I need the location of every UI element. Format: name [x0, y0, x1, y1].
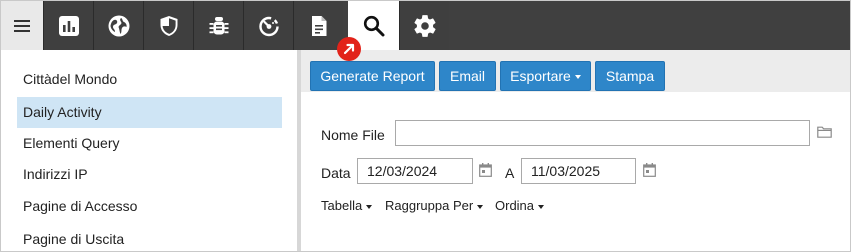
external-link-arrow-icon[interactable] [337, 37, 361, 61]
folder-icon[interactable] [817, 125, 832, 141]
date-label: Data [321, 165, 351, 181]
bug-icon [209, 16, 228, 34]
action-bar: Generate Report Email Esportare Stampa [301, 50, 850, 92]
sidebar-item-daily-activity[interactable]: Daily Activity [17, 97, 282, 128]
caret-down-icon [574, 75, 581, 80]
email-button[interactable]: Email [439, 61, 496, 91]
tab-bug[interactable] [193, 1, 243, 50]
hamburger-menu-icon[interactable] [1, 1, 43, 50]
caret-down-icon [366, 204, 373, 209]
group-by-dropdown[interactable]: Raggruppa Per [385, 198, 484, 213]
date-to-input[interactable] [521, 158, 636, 184]
order-dropdown-label: Ordina [495, 198, 535, 213]
sidebar: Cittàdel Mondo Daily Activity Elementi Q… [1, 50, 298, 251]
caret-down-icon [538, 204, 545, 209]
calendar-icon[interactable] [643, 163, 656, 180]
sidebar-item-elementi-query[interactable]: Elementi Query [17, 128, 282, 159]
main-panel: Generate Report Email Esportare Stampa N… [301, 50, 850, 251]
file-name-label: Nome File [321, 127, 385, 143]
tab-settings[interactable] [399, 1, 449, 50]
tab-dashboard[interactable] [243, 1, 293, 50]
order-dropdown[interactable]: Ordina [495, 198, 545, 213]
dashboard-gauge-icon [258, 16, 279, 36]
bar-chart-icon [58, 15, 79, 36]
print-button[interactable]: Stampa [595, 61, 665, 91]
calendar-icon[interactable] [479, 163, 492, 180]
group-by-dropdown-label: Raggruppa Per [385, 198, 474, 213]
date-to-label: A [505, 165, 515, 181]
tab-document[interactable] [293, 1, 343, 50]
sidebar-item-indirizzi-ip[interactable]: Indirizzi IP [17, 159, 282, 190]
table-dropdown[interactable]: Tabella [321, 198, 373, 213]
date-from-input[interactable] [357, 158, 473, 184]
search-icon [363, 15, 385, 36]
tab-shield[interactable] [143, 1, 193, 50]
tab-bar-chart[interactable] [43, 1, 93, 50]
sidebar-item-pagine-di-accesso[interactable]: Pagine di Accesso [17, 191, 282, 222]
shield-icon [160, 15, 177, 36]
sidebar-item-pagine-di-uscita[interactable]: Pagine di Uscita [17, 224, 282, 252]
globe-icon [108, 15, 129, 36]
export-dropdown-button[interactable]: Esportare [500, 61, 591, 91]
top-toolbar [1, 1, 850, 50]
sidebar-item-citta-del-mondo[interactable]: Cittàdel Mondo [17, 64, 282, 95]
caret-down-icon [477, 204, 484, 209]
tab-globe[interactable] [93, 1, 143, 50]
export-button-label: Esportare [510, 68, 571, 84]
gear-icon [413, 14, 436, 37]
generate-report-button[interactable]: Generate Report [310, 61, 435, 91]
file-name-input[interactable] [395, 120, 810, 146]
table-dropdown-label: Tabella [321, 198, 363, 213]
document-icon [311, 15, 326, 36]
